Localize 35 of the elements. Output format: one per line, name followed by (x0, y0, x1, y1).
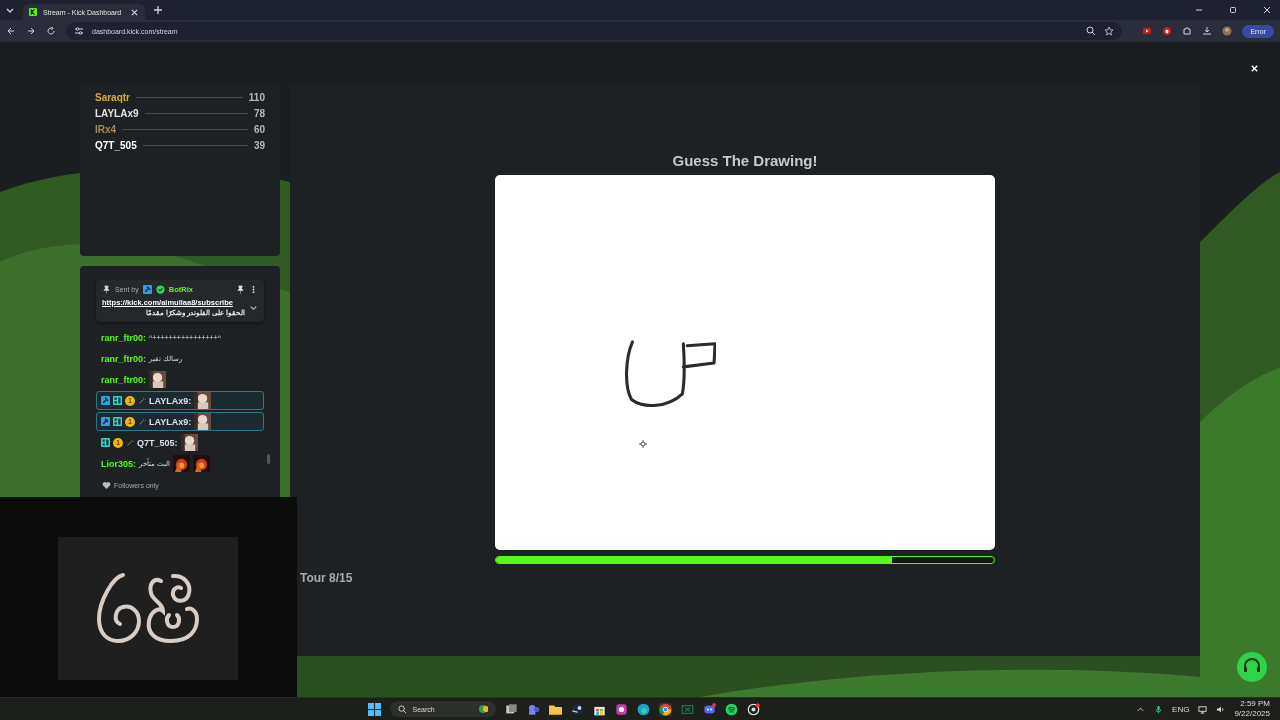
monitor-icon[interactable] (1198, 704, 1208, 714)
download-icon[interactable] (1202, 26, 1213, 36)
globe-icon (477, 704, 488, 714)
zoom-icon[interactable] (1086, 26, 1097, 36)
discord-icon[interactable] (702, 702, 716, 716)
edge-icon[interactable] (636, 702, 650, 716)
task-view-icon[interactable] (504, 702, 518, 716)
plus-icon[interactable] (153, 5, 163, 15)
language-indicator[interactable]: ENG (1172, 704, 1190, 714)
puzzle-icon[interactable] (1182, 26, 1193, 36)
people-icon[interactable] (526, 702, 540, 716)
restore-icon[interactable] (1228, 5, 1238, 15)
avatar-icon[interactable] (1222, 26, 1233, 36)
steam-icon[interactable] (570, 702, 584, 716)
play-extension-icon[interactable] (1142, 26, 1153, 36)
kick-logo-icon (29, 8, 37, 16)
reload-icon[interactable] (46, 26, 56, 36)
search-icon (397, 704, 407, 714)
microphone-icon[interactable] (1154, 704, 1164, 714)
clock-date[interactable]: 9/22/2025 (1234, 709, 1270, 719)
back-icon[interactable] (6, 26, 16, 36)
drop-extension-icon[interactable] (1162, 26, 1173, 36)
spotify-icon[interactable] (724, 702, 738, 716)
site-settings-icon[interactable] (74, 26, 84, 36)
clock-time[interactable]: 2:59 PM (1240, 699, 1270, 709)
close-icon[interactable] (130, 7, 139, 17)
close-icon[interactable] (1262, 5, 1272, 15)
app-icon[interactable] (614, 702, 628, 716)
star-icon[interactable] (1104, 26, 1115, 36)
speaker-icon[interactable] (1216, 704, 1226, 714)
camera-app-icon[interactable] (746, 702, 760, 716)
chrome-icon[interactable] (658, 702, 672, 716)
windows-logo-icon[interactable] (367, 702, 381, 716)
forward-icon[interactable] (26, 26, 36, 36)
spreadsheet-icon[interactable] (680, 702, 694, 716)
